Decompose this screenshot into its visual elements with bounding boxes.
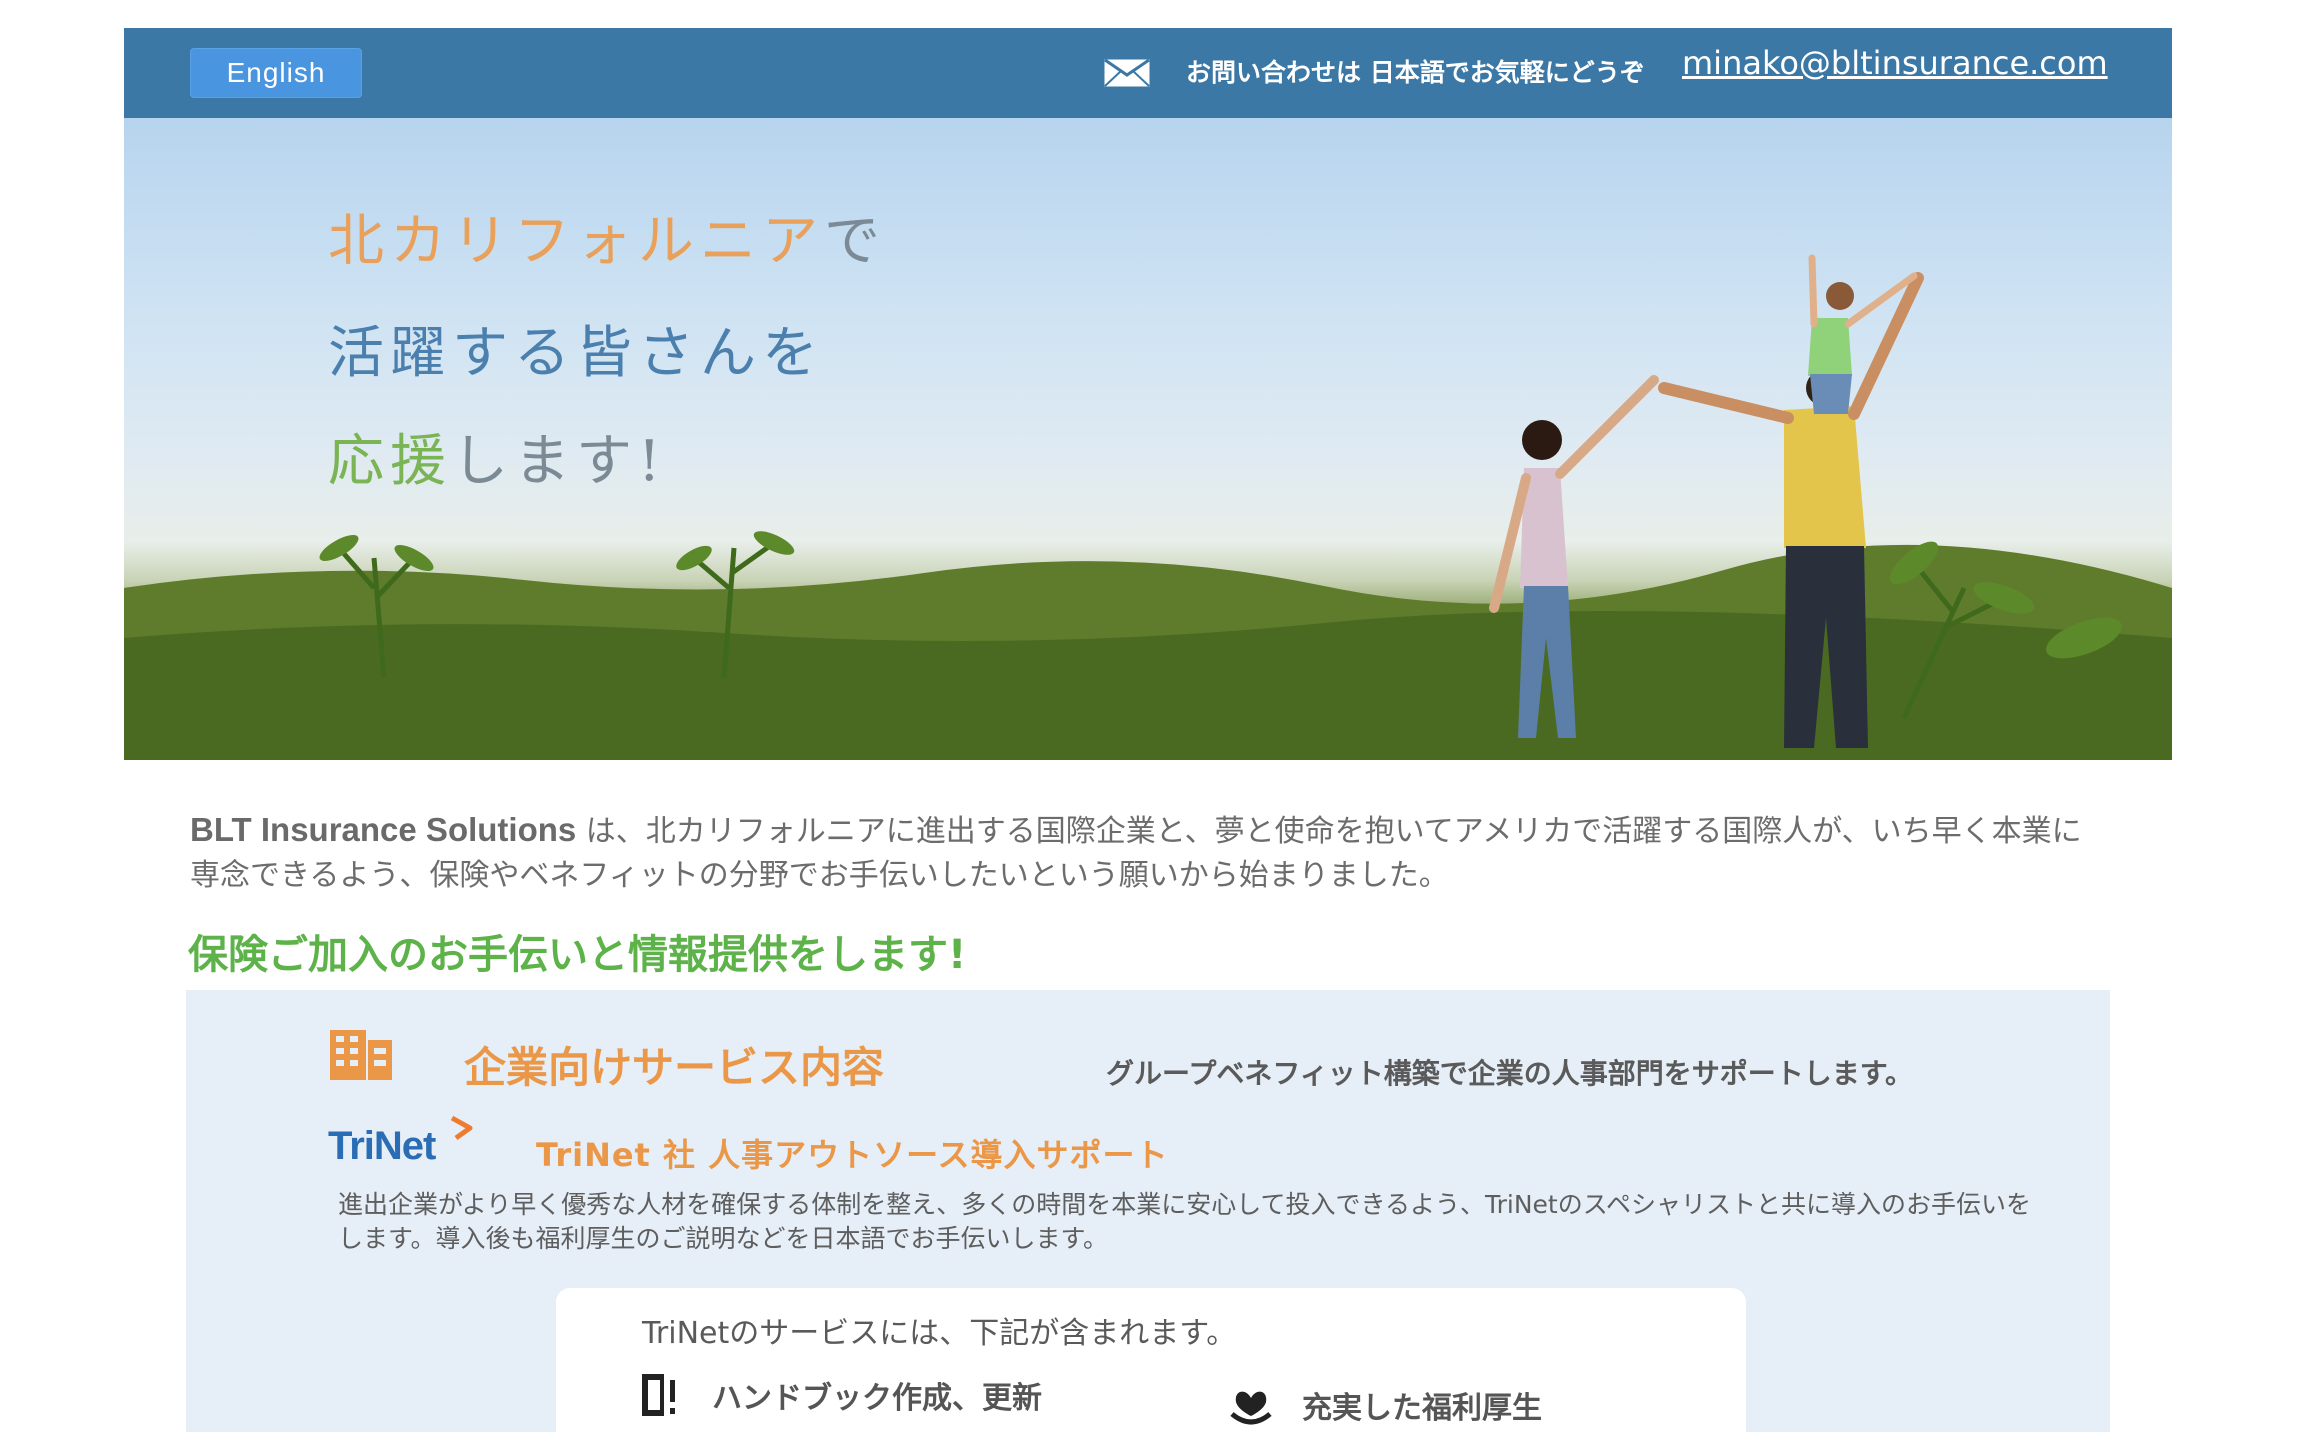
trinet-logo: TriNet (328, 1114, 478, 1170)
service-title: 企業向けサービス内容 (464, 1043, 885, 1092)
trinet-arrow-icon (450, 1115, 473, 1141)
page: English お問い合わせは 日本語でお気軽にどうぞ minako@bltin… (0, 0, 2302, 1448)
section-heading: 保険ご加入のお手伝いと情報提供をします! (188, 932, 967, 978)
benefits-heart-icon (1230, 1391, 1272, 1425)
service-description: グループベネフィット構築で企業の人事部門をサポートします。 (1106, 1057, 1913, 1090)
hero-line-3: 応援します! (328, 429, 667, 494)
company-name: BLT Insurance Solutions (190, 811, 577, 848)
handbook-icon (642, 1374, 675, 1416)
english-language-button[interactable]: English (190, 48, 362, 98)
corporate-services-panel: 企業向けサービス内容 グループベネフィット構築で企業の人事部門をサポートします。… (186, 990, 2110, 1448)
email-link[interactable]: minako@bltinsurance.com (1682, 44, 2108, 82)
header-bar: English お問い合わせは 日本語でお気軽にどうぞ minako@bltin… (124, 28, 2172, 118)
card-intro: TriNetのサービスには、下記が含まれます。 (642, 1316, 1237, 1351)
building-icon (330, 1030, 392, 1080)
trinet-description: 進出企業がより早く優秀な人材を確保する体制を整え、多くの時間を本業に安心して投入… (338, 1190, 2031, 1253)
envelope-icon (1104, 59, 1150, 87)
card-item-benefits: 充実した福利厚生 (1228, 1380, 1542, 1430)
trinet-title: TriNet 社 人事アウトソース導入サポート (536, 1136, 1169, 1174)
card-item-handbook: ハンドブック作成、更新 (638, 1370, 1042, 1420)
hero-line-1: 北カリフォルニアで (328, 209, 886, 274)
hero-line-2: 活躍する皆さんを (328, 321, 824, 386)
trinet-services-card: TriNetのサービスには、下記が含まれます。 ハンドブック作成、更新 充実した… (556, 1288, 1746, 1448)
intro-paragraph: BLT Insurance Solutions は、北カリフォルニアに進出する国… (190, 811, 2082, 893)
contact-text: お問い合わせは 日本語でお気軽にどうぞ (1186, 58, 1645, 87)
hero-banner: 北カリフォルニアで 活躍する皆さんを 応援します! (124, 118, 2172, 760)
